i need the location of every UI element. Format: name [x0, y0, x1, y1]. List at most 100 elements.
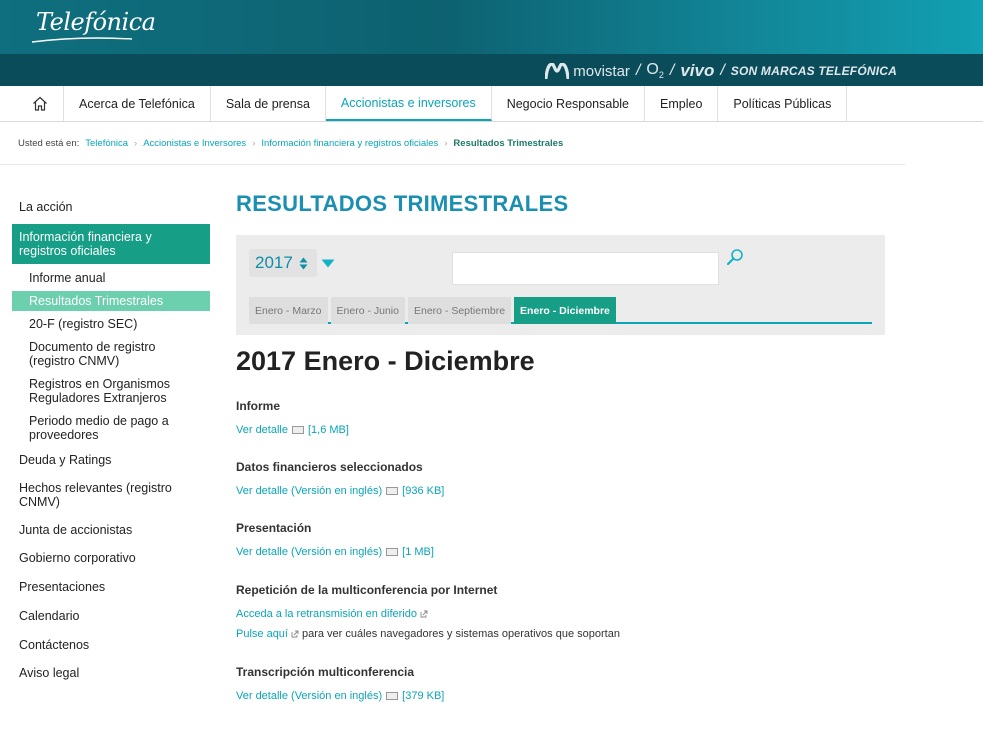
section-line: Ver detalle (Versión en inglés) [379 KB] — [236, 686, 444, 706]
ver-detalle-link[interactable]: Ver detalle (Versión en inglés) — [236, 542, 382, 562]
tab-enero-septiembre[interactable]: Enero - Septiembre — [407, 297, 512, 324]
nav-home[interactable] — [16, 86, 64, 121]
breadcrumb-prefix: Usted está en: — [18, 138, 80, 149]
breadcrumb-current: Resultados Trimestrales — [453, 138, 564, 149]
section-line: Ver detalle (Versión en inglés) [936 KB] — [236, 481, 444, 501]
sidebar-item-informacion-financiera[interactable]: Información financiera y registros ofici… — [12, 224, 210, 264]
sidebar-item-calendario[interactable]: Calendario — [12, 605, 210, 627]
tab-enero-diciembre[interactable]: Enero - Diciembre — [514, 297, 616, 324]
page-title: RESULTADOS TRIMESTRALES — [236, 191, 569, 216]
chevron-down-icon — [321, 259, 335, 267]
section-presentacion: Presentación Ver detalle (Versión en ing… — [236, 521, 434, 562]
period-tabs: Enero - Marzo Enero - Junio Enero - Sept… — [249, 297, 872, 324]
sidebar-item-aviso-legal[interactable]: Aviso legal — [12, 662, 210, 684]
file-size: [936 KB] — [402, 485, 445, 497]
nav-item-sala-prensa[interactable]: Sala de prensa — [211, 86, 326, 121]
pdf-icon — [386, 692, 399, 700]
section-heading: Repetición de la multiconferencia por In… — [236, 583, 498, 597]
period-title: 2017 Enero - Diciembre — [236, 346, 535, 376]
movistar-m-icon — [545, 63, 570, 79]
sidebar-item-junta[interactable]: Junta de accionistas — [12, 519, 210, 541]
movistar-label: movistar — [573, 62, 630, 80]
telefonica-logo[interactable]: Telefónica — [36, 8, 156, 36]
brand-separator: / — [669, 62, 675, 79]
breadcrumb-separator: › — [252, 138, 256, 149]
nav-item-politicas[interactable]: Políticas Públicas — [718, 86, 848, 121]
file-size: [1,6 MB] — [307, 424, 349, 436]
search-button[interactable] — [726, 248, 744, 270]
section-informe: Informe Ver detalle [1,6 MB] — [236, 399, 349, 440]
section-line: Pulse aquí para ver cuáles navegadores y… — [236, 624, 620, 644]
sidebar: La acción Información financiera y regis… — [12, 196, 210, 684]
nav-item-acerca[interactable]: Acerca de Telefónica — [64, 86, 211, 121]
o2-label: O — [646, 61, 659, 79]
search-input[interactable] — [452, 252, 719, 285]
breadcrumb-separator: › — [444, 138, 448, 149]
brand-tagline: SON MARCAS TELEFÓNICA — [730, 64, 897, 78]
file-size: [1 MB] — [402, 546, 434, 558]
section-heading: Datos financieros seleccionados — [236, 460, 423, 474]
sidebar-item-presentaciones[interactable]: Presentaciones — [12, 576, 210, 598]
home-icon — [32, 96, 47, 111]
logo-swoosh-icon — [31, 37, 133, 43]
sidebar-sub-periodo-pago[interactable]: Periodo medio de pago a proveedores — [12, 411, 210, 445]
sidebar-sub-registros-organismos[interactable]: Registros en Organismos Reguladores Extr… — [12, 374, 210, 408]
nav-item-empleo[interactable]: Empleo — [645, 86, 719, 121]
section-line: Ver detalle (Versión en inglés) [1 MB] — [236, 542, 434, 562]
brand-separator: / — [635, 62, 641, 79]
brand-separator: / — [720, 62, 725, 79]
section-line: Acceda a la retransmisión en diferido — [236, 604, 620, 624]
section-heading: Informe — [236, 399, 281, 413]
brand-vivo[interactable]: vivo — [680, 61, 714, 81]
pdf-icon — [386, 548, 399, 556]
ver-detalle-link[interactable]: Ver detalle (Versión en inglés) — [236, 481, 382, 501]
brand-o2[interactable]: O2 — [646, 61, 663, 80]
external-link-icon — [420, 610, 428, 618]
breadcrumb-item[interactable]: Información financiera y registros ofici… — [261, 138, 438, 149]
pulse-aqui-link[interactable]: Pulse aquí — [236, 624, 288, 644]
year-dropdown-arrow[interactable] — [317, 249, 339, 277]
browser-support-text: para ver cuáles navegadores y sistemas o… — [301, 628, 620, 640]
section-datos-financieros: Datos financieros seleccionados Ver deta… — [236, 460, 444, 501]
sidebar-item-la-accion[interactable]: La acción — [12, 196, 210, 218]
sidebar-item-contactenos[interactable]: Contáctenos — [12, 634, 210, 656]
breadcrumb-item[interactable]: Telefónica — [85, 138, 128, 149]
sidebar-sub-resultados-trimestrales[interactable]: Resultados Trimestrales — [12, 291, 210, 311]
ver-detalle-link[interactable]: Ver detalle (Versión en inglés) — [236, 686, 382, 706]
pdf-icon — [291, 426, 304, 434]
section-heading: Transcripción multiconferencia — [236, 665, 415, 679]
main-nav: Acerca de Telefónica Sala de prensa Acci… — [0, 86, 983, 122]
ver-detalle-link[interactable]: Ver detalle — [236, 420, 288, 440]
sidebar-sub-informe-anual[interactable]: Informe anual — [12, 268, 210, 288]
breadcrumb-item[interactable]: Accionistas e Inversores — [143, 138, 246, 149]
tab-enero-marzo[interactable]: Enero - Marzo — [249, 297, 328, 324]
xls-icon — [386, 487, 399, 495]
divider — [0, 164, 905, 165]
breadcrumb-separator: › — [134, 138, 138, 149]
retransmision-link[interactable]: Acceda a la retransmisión en diferido — [236, 604, 417, 624]
filter-panel: 2017 Enero - Marzo Enero - Junio Enero -… — [236, 235, 885, 335]
sidebar-sub-documento-registro[interactable]: Documento de registro (registro CNMV) — [12, 337, 210, 371]
year-spinner-icon[interactable] — [299, 257, 308, 270]
site-header: Telefónica movistar / O2 / vivo / SON MA… — [0, 0, 983, 86]
file-size: [379 KB] — [402, 690, 445, 702]
breadcrumb: Usted está en: Telefónica › Accionistas … — [18, 138, 563, 149]
nav-item-accionistas[interactable]: Accionistas e inversores — [325, 86, 492, 121]
o2-subscript: 2 — [658, 70, 664, 81]
sidebar-item-deuda[interactable]: Deuda y Ratings — [12, 449, 210, 471]
section-transcripcion: Transcripción multiconferencia Ver detal… — [236, 665, 444, 706]
sidebar-item-gobierno[interactable]: Gobierno corporativo — [12, 547, 210, 569]
search-icon — [726, 249, 743, 266]
section-multiconferencia: Repetición de la multiconferencia por In… — [236, 583, 620, 644]
section-line: Ver detalle [1,6 MB] — [236, 420, 349, 440]
sidebar-sub-20f[interactable]: 20-F (registro SEC) — [12, 314, 210, 334]
external-link-icon — [291, 630, 299, 638]
tab-enero-junio[interactable]: Enero - Junio — [330, 297, 405, 324]
brand-movistar[interactable]: movistar — [545, 63, 630, 80]
section-heading: Presentación — [236, 521, 312, 535]
brand-list: movistar / O2 / vivo / SON MARCAS TELEFÓ… — [545, 61, 897, 81]
year-value: 2017 — [255, 253, 293, 272]
sidebar-item-hechos-relevantes[interactable]: Hechos relevantes (registro CNMV) — [12, 477, 210, 513]
nav-item-negocio[interactable]: Negocio Responsable — [492, 86, 646, 121]
year-select[interactable]: 2017 — [249, 249, 317, 277]
